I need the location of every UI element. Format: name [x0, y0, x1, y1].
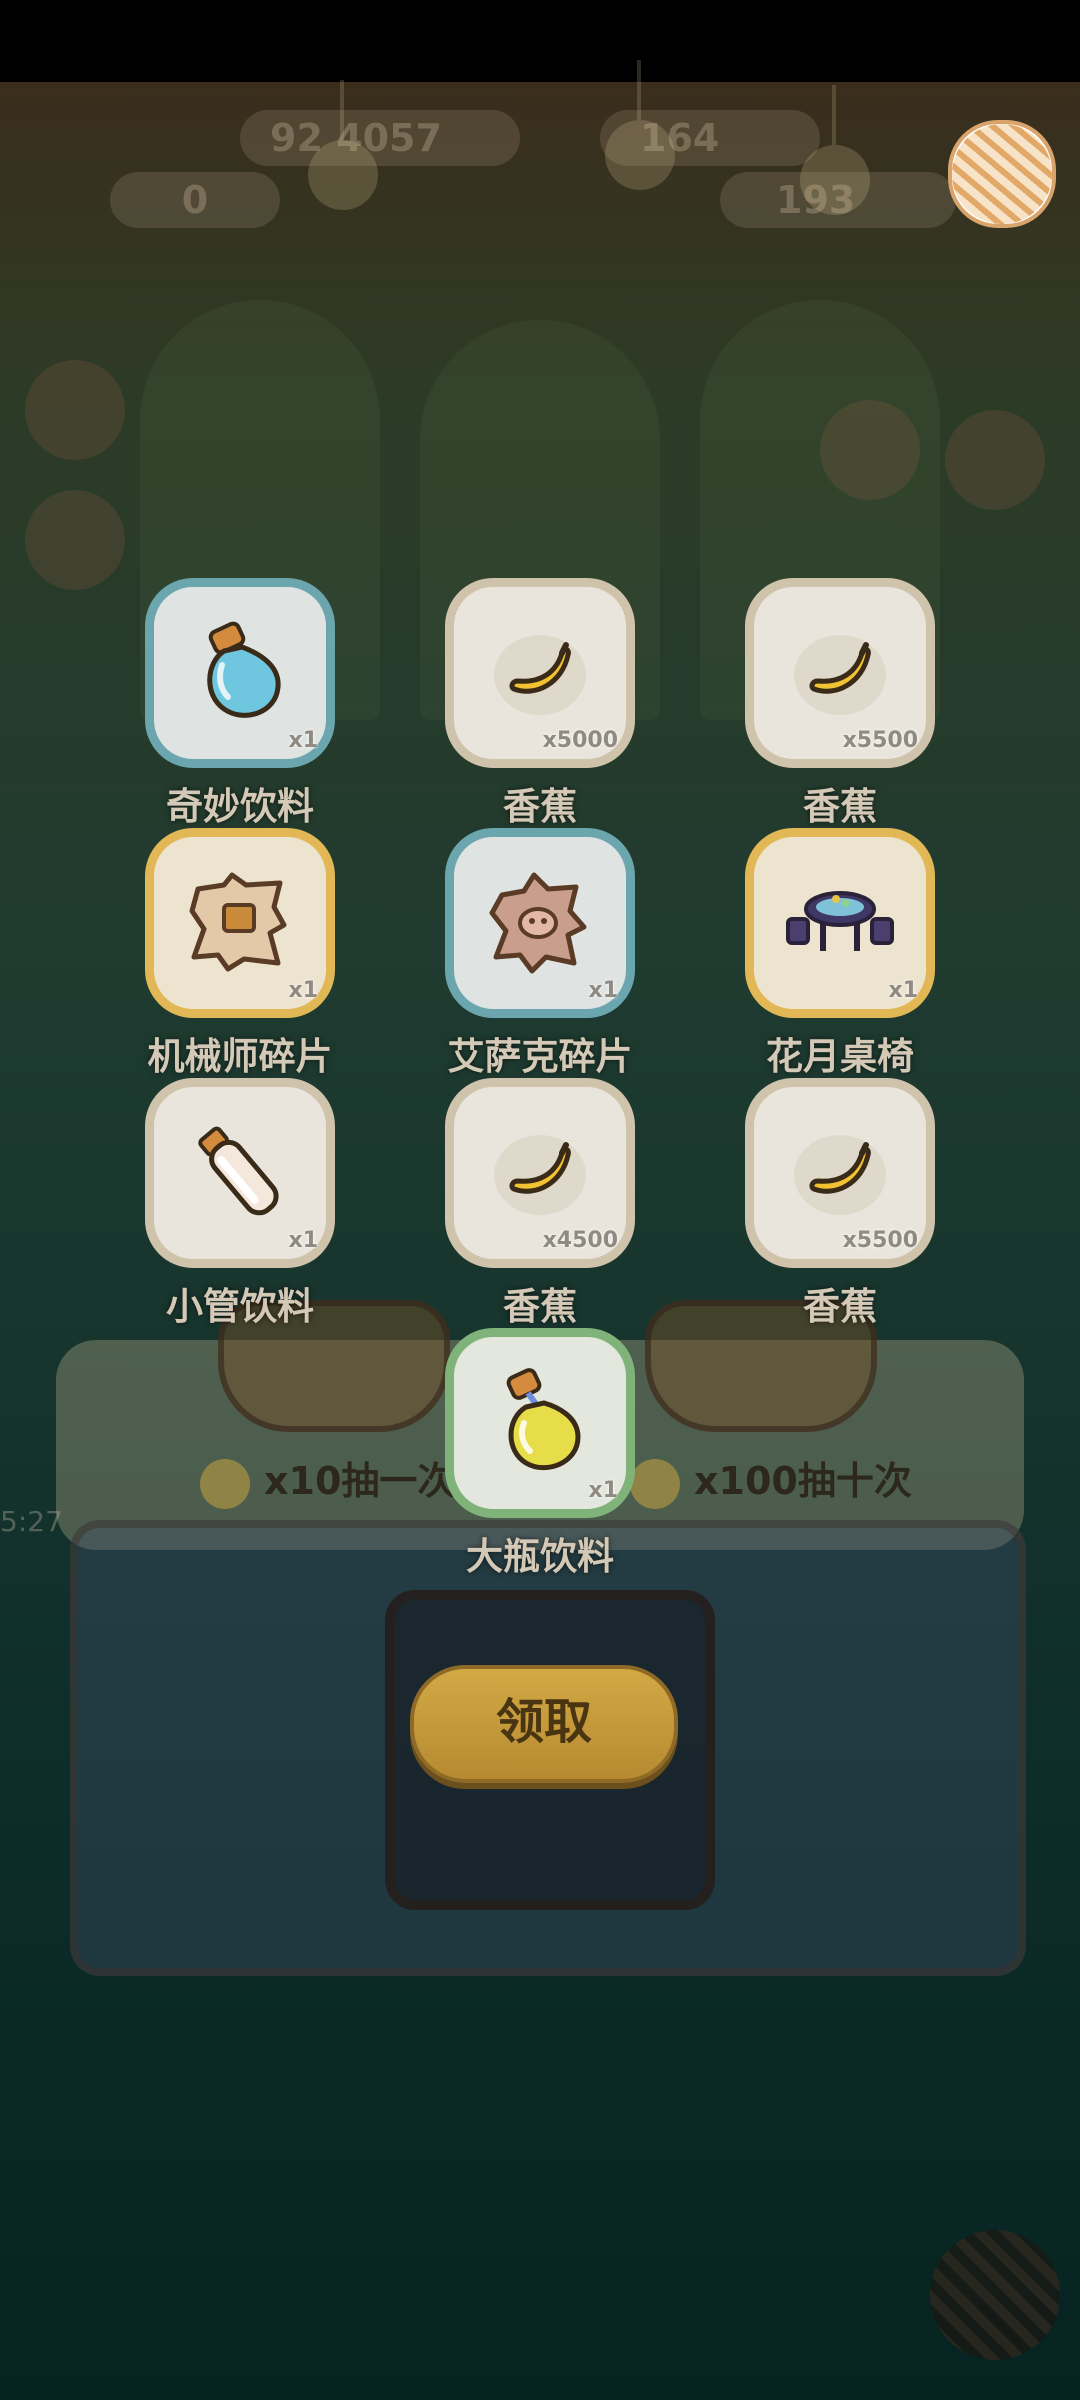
mechanic-fragment-icon: [184, 867, 296, 979]
reward-item: x1 艾萨克碎片: [440, 828, 640, 1080]
reward-name: 花月桌椅: [766, 1035, 914, 1078]
bottom-yarn-ball-icon: [930, 2230, 1060, 2360]
reward-item: x1 小管饮料: [140, 1078, 340, 1330]
reward-item: x1 机械师碎片: [140, 828, 340, 1080]
reward-quantity: x1: [288, 728, 319, 753]
reward-tile: x5500: [745, 1078, 935, 1268]
bg-banana-currency: 92 4057: [240, 110, 520, 166]
bg-search-icon: [820, 400, 920, 500]
reward-quantity: x5500: [842, 728, 918, 753]
reward-item: x5500 香蕉: [740, 1078, 940, 1330]
banana-icon: [484, 617, 596, 729]
reward-name: 奇妙饮料: [166, 785, 314, 828]
reward-quantity: x5000: [542, 728, 618, 753]
bg-go-icon: [945, 410, 1045, 510]
reward-tile: x5000: [445, 578, 635, 768]
isaac-fragment-icon: [484, 867, 596, 979]
yarn-ball-button[interactable]: [948, 120, 1056, 228]
yarn-ball-icon: [952, 124, 1052, 224]
reward-tile: x1: [145, 1078, 335, 1268]
reward-tile: x5500: [745, 578, 935, 768]
bg-lantern: [605, 60, 675, 190]
reward-tile: x1: [145, 578, 335, 768]
bg-event-icon: [25, 490, 125, 590]
reward-quantity: x1: [288, 1228, 319, 1253]
banana-icon: [784, 1117, 896, 1229]
reward-tile: x1: [745, 828, 935, 1018]
reward-name: 机械师碎片: [147, 1035, 333, 1078]
reward-name: 香蕉: [803, 785, 877, 828]
reward-item: x1 奇妙饮料: [140, 578, 340, 830]
reward-quantity: x1: [288, 978, 319, 1003]
reward-quantity: x5500: [842, 1228, 918, 1253]
table-chairs-icon: [784, 867, 896, 979]
tube-drink-icon: [184, 1117, 296, 1229]
reward-quantity: x1: [588, 978, 619, 1003]
reward-tile: x1: [445, 1328, 635, 1518]
reward-quantity: x4500: [542, 1228, 618, 1253]
reward-item: x5000 香蕉: [440, 578, 640, 830]
reward-tile: x1: [445, 828, 635, 1018]
reward-item: x1 大瓶饮料: [440, 1328, 640, 1580]
banana-icon: [784, 617, 896, 729]
bg-side-clock: 5:27: [0, 1505, 63, 1538]
single-draw-option[interactable]: x10抽一次: [200, 1450, 455, 1509]
reward-quantity: x1: [588, 1478, 619, 1503]
reward-tile: x1: [145, 828, 335, 1018]
banana-icon: [484, 1117, 596, 1229]
bg-shop-icon: [25, 360, 125, 460]
status-bar: [0, 0, 1080, 82]
bg-lantern: [800, 85, 870, 215]
reward-item: x4500 香蕉: [440, 1078, 640, 1330]
reward-name: 大瓶饮料: [466, 1535, 614, 1578]
bg-counter-left: 0: [110, 172, 280, 228]
ten-draw-option[interactable]: x100抽十次: [630, 1450, 912, 1509]
bg-lantern: [308, 80, 378, 210]
reward-quantity: x1: [888, 978, 919, 1003]
claim-button[interactable]: 领取: [410, 1665, 678, 1783]
reward-name: 艾萨克碎片: [447, 1035, 633, 1078]
coin-icon: [200, 1458, 250, 1509]
reward-item: x1 花月桌椅: [740, 828, 940, 1080]
reward-name: 香蕉: [503, 785, 577, 828]
reward-name: 小管饮料: [166, 1285, 314, 1328]
potion-bottle-icon: [184, 617, 296, 729]
reward-tile: x4500: [445, 1078, 635, 1268]
large-bottle-icon: [484, 1367, 596, 1479]
reward-name: 香蕉: [803, 1285, 877, 1328]
reward-name: 香蕉: [503, 1285, 577, 1328]
reward-item: x5500 香蕉: [740, 578, 940, 830]
